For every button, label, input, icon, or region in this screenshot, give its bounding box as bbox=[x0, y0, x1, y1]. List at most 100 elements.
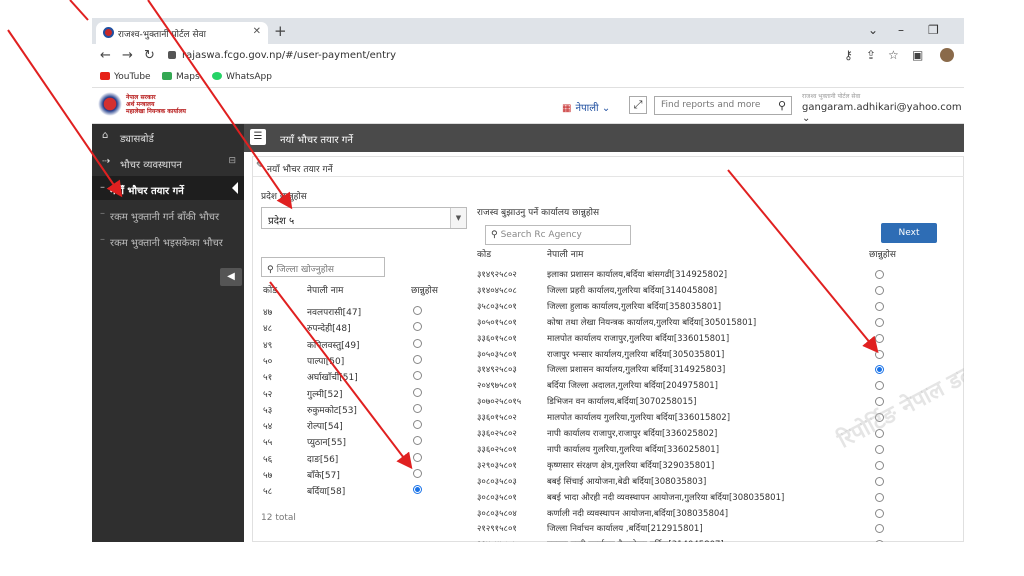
office-radio[interactable] bbox=[875, 444, 884, 454]
district-radio[interactable] bbox=[413, 322, 422, 332]
office-search-input[interactable]: ⚲ Search Rc Agency bbox=[485, 225, 631, 245]
district-radio[interactable] bbox=[413, 306, 422, 315]
district-row[interactable]: ५१ अर्घाखाँची[51] bbox=[253, 368, 443, 384]
district-row[interactable]: ५३ रुकुमकोट[53] bbox=[253, 401, 443, 417]
sidebar-item-label: रकम भुक्तानी भइसकेका भौचर bbox=[110, 238, 223, 249]
page-title: नयाँ भौचर तयार गर्ने bbox=[280, 135, 353, 146]
close-tab-icon[interactable]: ✕ bbox=[253, 26, 261, 37]
language-selector[interactable]: ▦ नेपाली ⌄ bbox=[562, 100, 610, 114]
district-row[interactable]: ५५ प्युठान[55] bbox=[253, 433, 443, 449]
tab-search-icon[interactable]: ⌄ bbox=[868, 23, 878, 37]
office-radio[interactable] bbox=[875, 381, 884, 391]
key-icon[interactable]: ⚷ bbox=[844, 48, 853, 62]
sidepanel-icon[interactable]: ▣ bbox=[912, 48, 923, 62]
fullscreen-icon[interactable]: ⤢ bbox=[629, 96, 647, 114]
office-radio[interactable] bbox=[875, 333, 884, 343]
district-row[interactable]: ४७ नवलपरासी[47] bbox=[253, 303, 443, 319]
district-row[interactable]: ५८ बर्दिया[58] bbox=[253, 482, 443, 498]
office-row[interactable]: ३१४०४५८०८ जिल्ला प्रहरी कार्यालय,गुलरिया … bbox=[477, 283, 963, 299]
office-radio[interactable] bbox=[875, 317, 884, 327]
office-row[interactable]: ३३६०१५८०१ मालपोत कार्यालय राजापुर,गुलरिया… bbox=[477, 331, 963, 347]
district-radio[interactable] bbox=[413, 354, 422, 364]
district-radio[interactable] bbox=[413, 469, 422, 478]
district-row[interactable]: ५० पाल्पा[50] bbox=[253, 352, 443, 368]
tree-dash: – bbox=[100, 182, 105, 193]
district-radio[interactable] bbox=[413, 387, 422, 397]
district-radio[interactable] bbox=[413, 338, 422, 348]
district-radio[interactable] bbox=[413, 403, 422, 413]
sidebar-item-label: नयाँ भौचर तयार गर्ने bbox=[110, 186, 184, 197]
office-code: ३०८०३५८०४ bbox=[477, 508, 517, 519]
maximize-icon[interactable]: ❐ bbox=[928, 23, 939, 37]
office-row[interactable]: ३१४९२५८०३ जिल्ला प्रशासन कार्यालय,गुलरिया… bbox=[477, 362, 963, 378]
office-radio[interactable] bbox=[875, 301, 884, 311]
district-radio[interactable] bbox=[413, 452, 422, 462]
star-icon[interactable]: ☆ bbox=[888, 48, 899, 62]
search-icon[interactable]: ⚲ bbox=[778, 99, 786, 112]
district-row[interactable]: ४८ रुपन्देही[48] bbox=[253, 319, 443, 335]
office-row[interactable]: २१२९१५८०१ जिल्ला निर्वाचन कार्यालय ,बर्दि… bbox=[477, 521, 963, 537]
sidebar-item-new-voucher[interactable]: – नयाँ भौचर तयार गर्ने bbox=[92, 176, 244, 200]
office-row[interactable]: ३०८०३५८०३ बबई सिंचाई आयोजना,बेढी बर्दिया[… bbox=[477, 474, 963, 490]
hamburger-menu-icon[interactable]: ☰ bbox=[250, 129, 266, 145]
collapse-sidebar-icon[interactable]: ◀ bbox=[220, 268, 242, 286]
bookmark-maps[interactable]: Maps bbox=[162, 72, 200, 82]
browser-tab[interactable]: राजश्व-भुक्तानी पोर्टल सेवा ✕ bbox=[96, 22, 268, 44]
back-icon[interactable]: ← bbox=[100, 48, 111, 63]
district-radio[interactable] bbox=[413, 485, 422, 495]
report-search-input[interactable]: Find reports and more ⚲ bbox=[654, 96, 792, 115]
office-radio[interactable] bbox=[875, 540, 884, 542]
province-select[interactable]: प्रदेश ५ ▼ bbox=[261, 207, 467, 229]
office-row[interactable]: २०४९७५८०१ बर्दिया जिल्ला अदालत,गुलरिया बर… bbox=[477, 378, 963, 394]
minimize-icon[interactable]: – bbox=[898, 23, 904, 37]
district-search-input[interactable]: ⚲ जिल्ला खोज्नुहोस bbox=[261, 257, 385, 277]
office-row[interactable]: ३१४०४५८०७ इलाका प्रहरी कार्यालय मैनापोखर,… bbox=[477, 537, 963, 542]
office-code: ३१४९२५८०३ bbox=[477, 365, 517, 376]
office-row[interactable]: ३३६०२५८०१ नापी कार्यालय गुलरिया,गुलरिया ब… bbox=[477, 442, 963, 458]
district-code: ५४ bbox=[263, 422, 273, 433]
user-menu[interactable]: gangaram.adhikari@yahoo.com ⌄ bbox=[802, 102, 964, 124]
office-row[interactable]: ३५८०३५८०१ जिल्ला हुलाक कार्यालय,गुलरिया ब… bbox=[477, 299, 963, 315]
bookmark-youtube[interactable]: YouTube bbox=[100, 72, 151, 82]
district-row[interactable]: ५४ रोल्पा[54] bbox=[253, 417, 443, 433]
office-row[interactable]: ३०५०१५८०१ कोषा तथा लेखा नियन्त्रक कार्याल… bbox=[477, 315, 963, 331]
office-radio[interactable] bbox=[875, 270, 884, 279]
url-field[interactable]: rajaswa.fcgo.gov.np/#/user-payment/entry bbox=[168, 50, 396, 61]
office-col-name: नेपाली नाम bbox=[547, 250, 584, 260]
reload-icon[interactable]: ↻ bbox=[144, 48, 155, 63]
district-row[interactable]: ५२ गुल्मी[52] bbox=[253, 385, 443, 401]
sidebar: ⌂ ड्यासबोर्ड ⇢ भौचर व्यवस्थापन ⊟ – नयाँ भौचर… bbox=[92, 124, 244, 542]
sidebar-item-voucher-management[interactable]: ⇢ भौचर व्यवस्थापन ⊟ bbox=[92, 150, 244, 174]
office-radio[interactable] bbox=[875, 524, 884, 534]
district-radio[interactable] bbox=[413, 420, 422, 430]
office-code: २१२९१५८०१ bbox=[477, 524, 517, 535]
next-button[interactable]: Next bbox=[881, 223, 937, 243]
collapse-section-icon[interactable]: ⊟ bbox=[228, 156, 236, 166]
office-row[interactable]: ३०८०३५८०४ कर्णाली नदी व्यवस्थापन आयोजना,ब… bbox=[477, 506, 963, 522]
district-row[interactable]: ४९ कपिलवस्तु[49] bbox=[253, 336, 443, 352]
office-radio[interactable] bbox=[875, 365, 884, 375]
sidebar-item-dashboard[interactable]: ⌂ ड्यासबोर्ड bbox=[92, 124, 244, 148]
bookmark-whatsapp[interactable]: WhatsApp bbox=[212, 72, 272, 82]
office-radio[interactable] bbox=[875, 492, 884, 502]
share-icon[interactable]: ⇪ bbox=[866, 48, 876, 62]
profile-avatar[interactable] bbox=[940, 48, 954, 62]
office-radio[interactable] bbox=[875, 476, 884, 486]
office-radio[interactable] bbox=[875, 508, 884, 518]
office-radio[interactable] bbox=[875, 349, 884, 359]
office-code: ३३६०२५८०१ bbox=[477, 444, 517, 455]
new-tab-icon[interactable]: + bbox=[274, 22, 287, 40]
office-row[interactable]: ३२९०३५८०१ कृष्णसार संरक्षण क्षेत्र,गुलरिय… bbox=[477, 458, 963, 474]
district-radio[interactable] bbox=[413, 371, 422, 381]
forward-icon[interactable]: → bbox=[122, 48, 133, 63]
sidebar-item-paid-vouchers[interactable]: – रकम भुक्तानी भइसकेका भौचर bbox=[92, 228, 244, 252]
district-radio[interactable] bbox=[413, 436, 422, 446]
office-radio[interactable] bbox=[875, 285, 884, 295]
sidebar-item-pending-vouchers[interactable]: – रकम भुक्तानी गर्न बाँकी भौचर bbox=[92, 202, 244, 226]
district-row[interactable]: ५६ दाङ[56] bbox=[253, 450, 443, 466]
office-row[interactable]: ३०८०३५८०१ बबई भादा औरही नदी व्यवस्थापन आय… bbox=[477, 490, 963, 506]
district-row[interactable]: ५७ बाँके[57] bbox=[253, 466, 443, 482]
office-row[interactable]: ३०५०३५८०१ राजापुर भन्सार कार्यालय,गुलरिया… bbox=[477, 347, 963, 363]
office-row[interactable]: ३१४९२५८०२ इलाका प्रशासन कार्यालय,बर्दिया … bbox=[477, 267, 963, 283]
office-radio[interactable] bbox=[875, 460, 884, 470]
